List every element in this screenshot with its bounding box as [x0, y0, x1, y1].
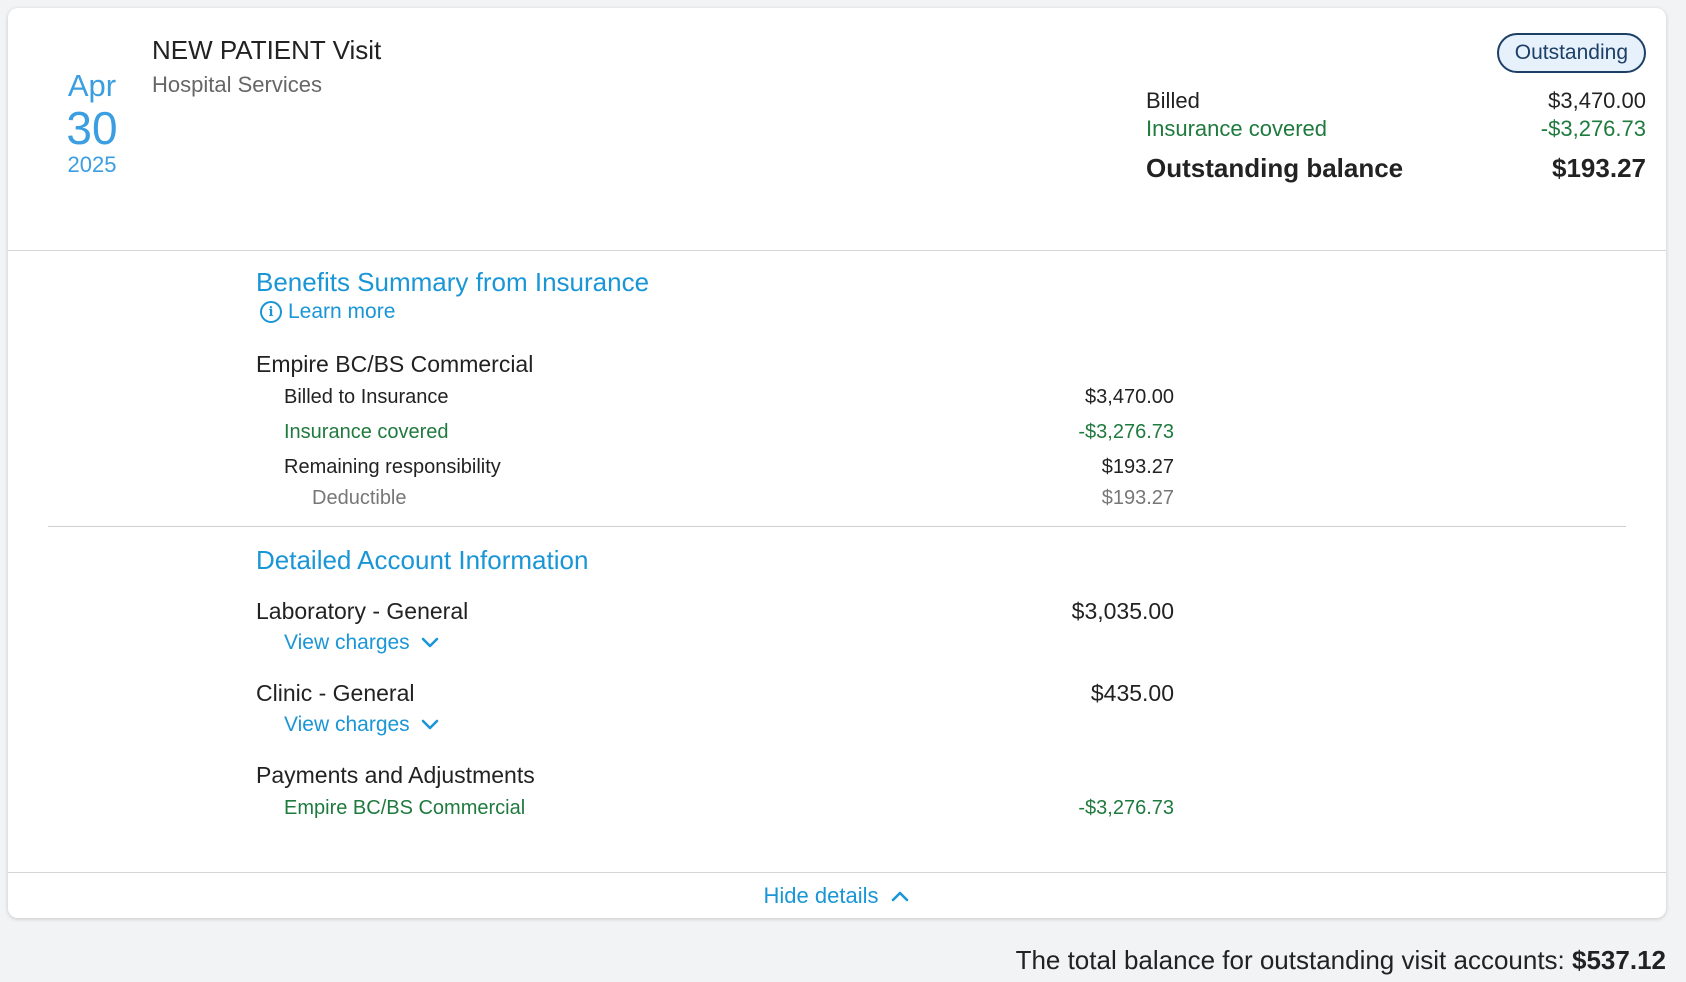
- account-info-title: Detailed Account Information: [256, 545, 589, 575]
- insurer-name: Empire BC/BS Commercial: [256, 351, 534, 377]
- visit-subtitle: Hospital Services: [152, 72, 322, 97]
- benefit-row: Remaining responsibility $193.27: [8, 456, 1174, 479]
- summary-insurance-label: Insurance covered: [1146, 116, 1327, 141]
- benefit-row: Billed to Insurance $3,470.00: [8, 386, 1174, 409]
- account-item-label: Laboratory - General: [256, 598, 469, 624]
- learn-more-label: Learn more: [288, 300, 396, 323]
- chevron-up-icon: [892, 891, 909, 901]
- summary-balance-value: $193.27: [1552, 153, 1646, 183]
- payments-title-row: Payments and Adjustments: [8, 762, 1174, 789]
- view-charges-label: View charges: [284, 631, 410, 654]
- hide-details-button[interactable]: Hide details: [764, 883, 911, 909]
- summary-balance-label: Outstanding balance: [1146, 153, 1404, 183]
- benefit-row: Insurance covered -$3,276.73: [8, 421, 1174, 444]
- benefit-row-label: Insurance covered: [284, 421, 449, 443]
- benefit-row-value: $193.27: [1101, 456, 1174, 478]
- account-item-value: $435.00: [1090, 680, 1174, 706]
- summary-insurance-row: Insurance covered -$3,276.73: [1146, 116, 1646, 142]
- hide-details-label: Hide details: [763, 882, 879, 908]
- summary-billed-label: Billed: [1146, 88, 1200, 113]
- benefit-row-value: $3,470.00: [1085, 386, 1174, 408]
- view-charges-label: View charges: [284, 713, 410, 736]
- total-balance-label: The total balance for outstanding visit …: [1015, 945, 1565, 975]
- visit-date-day: 30: [66, 102, 118, 154]
- benefit-row: Deductible $193.27: [8, 487, 1174, 510]
- visit-date-month: Apr: [67, 68, 117, 103]
- visit-header: Apr 30 2025 NEW PATIENT Visit Hospital S…: [8, 8, 1666, 251]
- status-badge: Outstanding: [1496, 33, 1646, 73]
- visit-date: Apr 30 2025: [8, 68, 176, 178]
- account-item: Laboratory - General $3,035.00: [8, 598, 1174, 625]
- visit-date-year: 2025: [67, 152, 117, 177]
- visit-details: Benefits Summary from Insurance i Learn …: [8, 251, 1666, 877]
- learn-more-link[interactable]: i Learn more: [260, 300, 395, 324]
- insurer-name-row: Empire BC/BS Commercial: [8, 351, 1174, 378]
- benefit-row-value: -$3,276.73: [1078, 421, 1174, 443]
- benefit-row-value: $193.27: [1101, 487, 1174, 509]
- summary-balance-row: Outstanding balance $193.27: [1146, 153, 1646, 184]
- summary-insurance-value: -$3,276.73: [1540, 116, 1646, 141]
- view-charges-link[interactable]: View charges: [284, 631, 440, 655]
- summary-billed-row: Billed $3,470.00: [1146, 88, 1646, 114]
- visit-card: Apr 30 2025 NEW PATIENT Visit Hospital S…: [8, 8, 1666, 918]
- benefits-summary-title: Benefits Summary from Insurance: [256, 267, 650, 297]
- payments-title: Payments and Adjustments: [256, 762, 535, 788]
- benefit-row-label: Remaining responsibility: [284, 456, 501, 478]
- payment-row-label: Empire BC/BS Commercial: [284, 797, 526, 819]
- visit-title: NEW PATIENT Visit: [152, 35, 382, 65]
- chevron-down-icon: [421, 637, 438, 648]
- total-balance: The total balance for outstanding visit …: [1016, 945, 1666, 976]
- summary-billed-value: $3,470.00: [1548, 88, 1646, 113]
- section-divider: [48, 526, 1626, 527]
- total-balance-value: $537.12: [1572, 945, 1666, 975]
- card-footer: Hide details: [8, 872, 1666, 918]
- account-item: Clinic - General $435.00: [8, 680, 1174, 707]
- account-item-value: $3,035.00: [1071, 598, 1174, 624]
- account-item-label: Clinic - General: [256, 680, 415, 706]
- benefit-row-label: Billed to Insurance: [284, 386, 449, 408]
- payment-row: Empire BC/BS Commercial -$3,276.73: [8, 797, 1174, 820]
- benefit-row-label: Deductible: [312, 487, 407, 509]
- info-circle-icon: i: [260, 301, 282, 323]
- chevron-down-icon: [421, 719, 438, 730]
- view-charges-link[interactable]: View charges: [284, 713, 440, 737]
- payment-row-value: -$3,276.73: [1078, 797, 1174, 819]
